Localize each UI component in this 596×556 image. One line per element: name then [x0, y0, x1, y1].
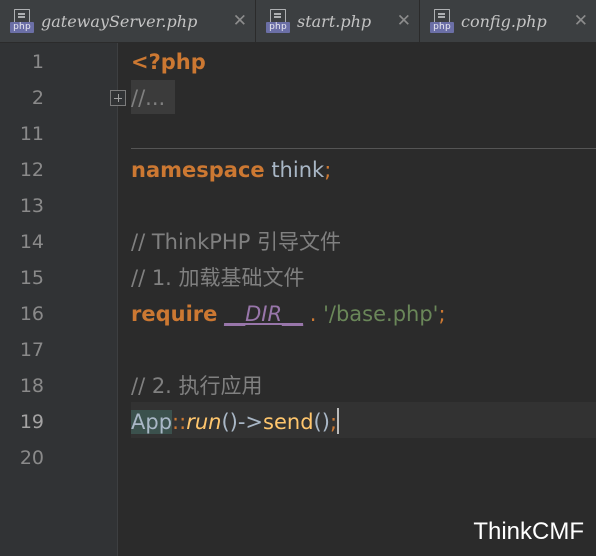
code-line-15: // 1. 加载基础文件	[131, 260, 305, 296]
php-file-icon: php	[266, 9, 290, 33]
code-line-1: <?php	[131, 44, 206, 80]
tab-label: gatewayServer.php	[41, 11, 198, 31]
php-file-icon: php	[430, 9, 454, 33]
line-number: 12	[19, 159, 44, 181]
php-open-tag: <?php	[131, 50, 206, 74]
semicolon: ;	[329, 410, 338, 434]
paren-open: (	[313, 410, 322, 434]
namespace-name: think	[271, 158, 325, 182]
concat-operator: .	[309, 302, 317, 326]
semicolon: ;	[438, 302, 446, 326]
tab-label: start.php	[297, 11, 372, 31]
line-number: 16	[19, 303, 44, 325]
line-number: 15	[19, 267, 44, 289]
comment: // ThinkPHP 引导文件	[131, 230, 342, 254]
line-number: 13	[19, 195, 44, 217]
close-icon[interactable]: ✕	[397, 12, 411, 30]
comment: // 1. 加载基础文件	[131, 266, 305, 290]
code-line-18: // 2. 执行应用	[131, 368, 263, 404]
line-number: 11	[19, 123, 44, 145]
method-send: send	[263, 410, 314, 434]
watermark: ThinkCMF	[473, 518, 584, 545]
code-line-19: App::run()->send();	[131, 404, 340, 440]
string-literal: '/base.php'	[323, 302, 439, 326]
line-number-current: 19	[19, 411, 44, 433]
php-file-icon: php	[10, 9, 34, 33]
code-line-12: namespace think;	[131, 152, 331, 188]
tab-gatewayserver-php[interactable]: php gatewayServer.php ✕	[0, 0, 256, 42]
line-number: 14	[19, 231, 44, 253]
namespace-keyword: namespace	[131, 158, 265, 182]
folded-comment[interactable]: //...	[131, 86, 165, 110]
line-number: 20	[19, 447, 44, 469]
code-line-2: //...	[131, 80, 165, 116]
code-editor[interactable]: <?php //... namespace think; // ThinkPHP…	[118, 43, 596, 556]
arrow-operator: ->	[237, 410, 264, 434]
close-icon[interactable]: ✕	[574, 12, 588, 30]
class-name: App	[131, 410, 173, 434]
code-line-16: require __DIR__ . '/base.php';	[131, 296, 446, 332]
comment: // 2. 执行应用	[131, 374, 263, 398]
call-parens: ()	[221, 410, 238, 434]
require-keyword: require	[131, 302, 218, 326]
line-number: 17	[19, 339, 44, 361]
line-number: 1	[31, 51, 44, 73]
method-run: run	[186, 410, 222, 434]
fold-separator	[131, 148, 596, 149]
text-caret	[337, 408, 340, 434]
line-number: 18	[19, 375, 44, 397]
tab-start-php[interactable]: php start.php ✕	[256, 0, 420, 42]
code-line-14: // ThinkPHP 引导文件	[131, 224, 341, 260]
paren-close: )	[321, 410, 330, 434]
editor-tab-bar: php gatewayServer.php ✕ php start.php ✕ …	[0, 0, 596, 42]
semicolon: ;	[324, 158, 332, 182]
line-number: 2	[31, 87, 44, 109]
scope-operator: ::	[172, 410, 187, 434]
tab-config-php[interactable]: php config.php ✕	[420, 0, 596, 42]
dir-constant: __DIR__	[224, 302, 304, 326]
close-icon[interactable]: ✕	[233, 12, 247, 30]
line-number-gutter[interactable]: 1 2 11 12 13 14 15 16 17 18 19 20	[0, 43, 118, 556]
tab-label: config.php	[461, 11, 547, 31]
